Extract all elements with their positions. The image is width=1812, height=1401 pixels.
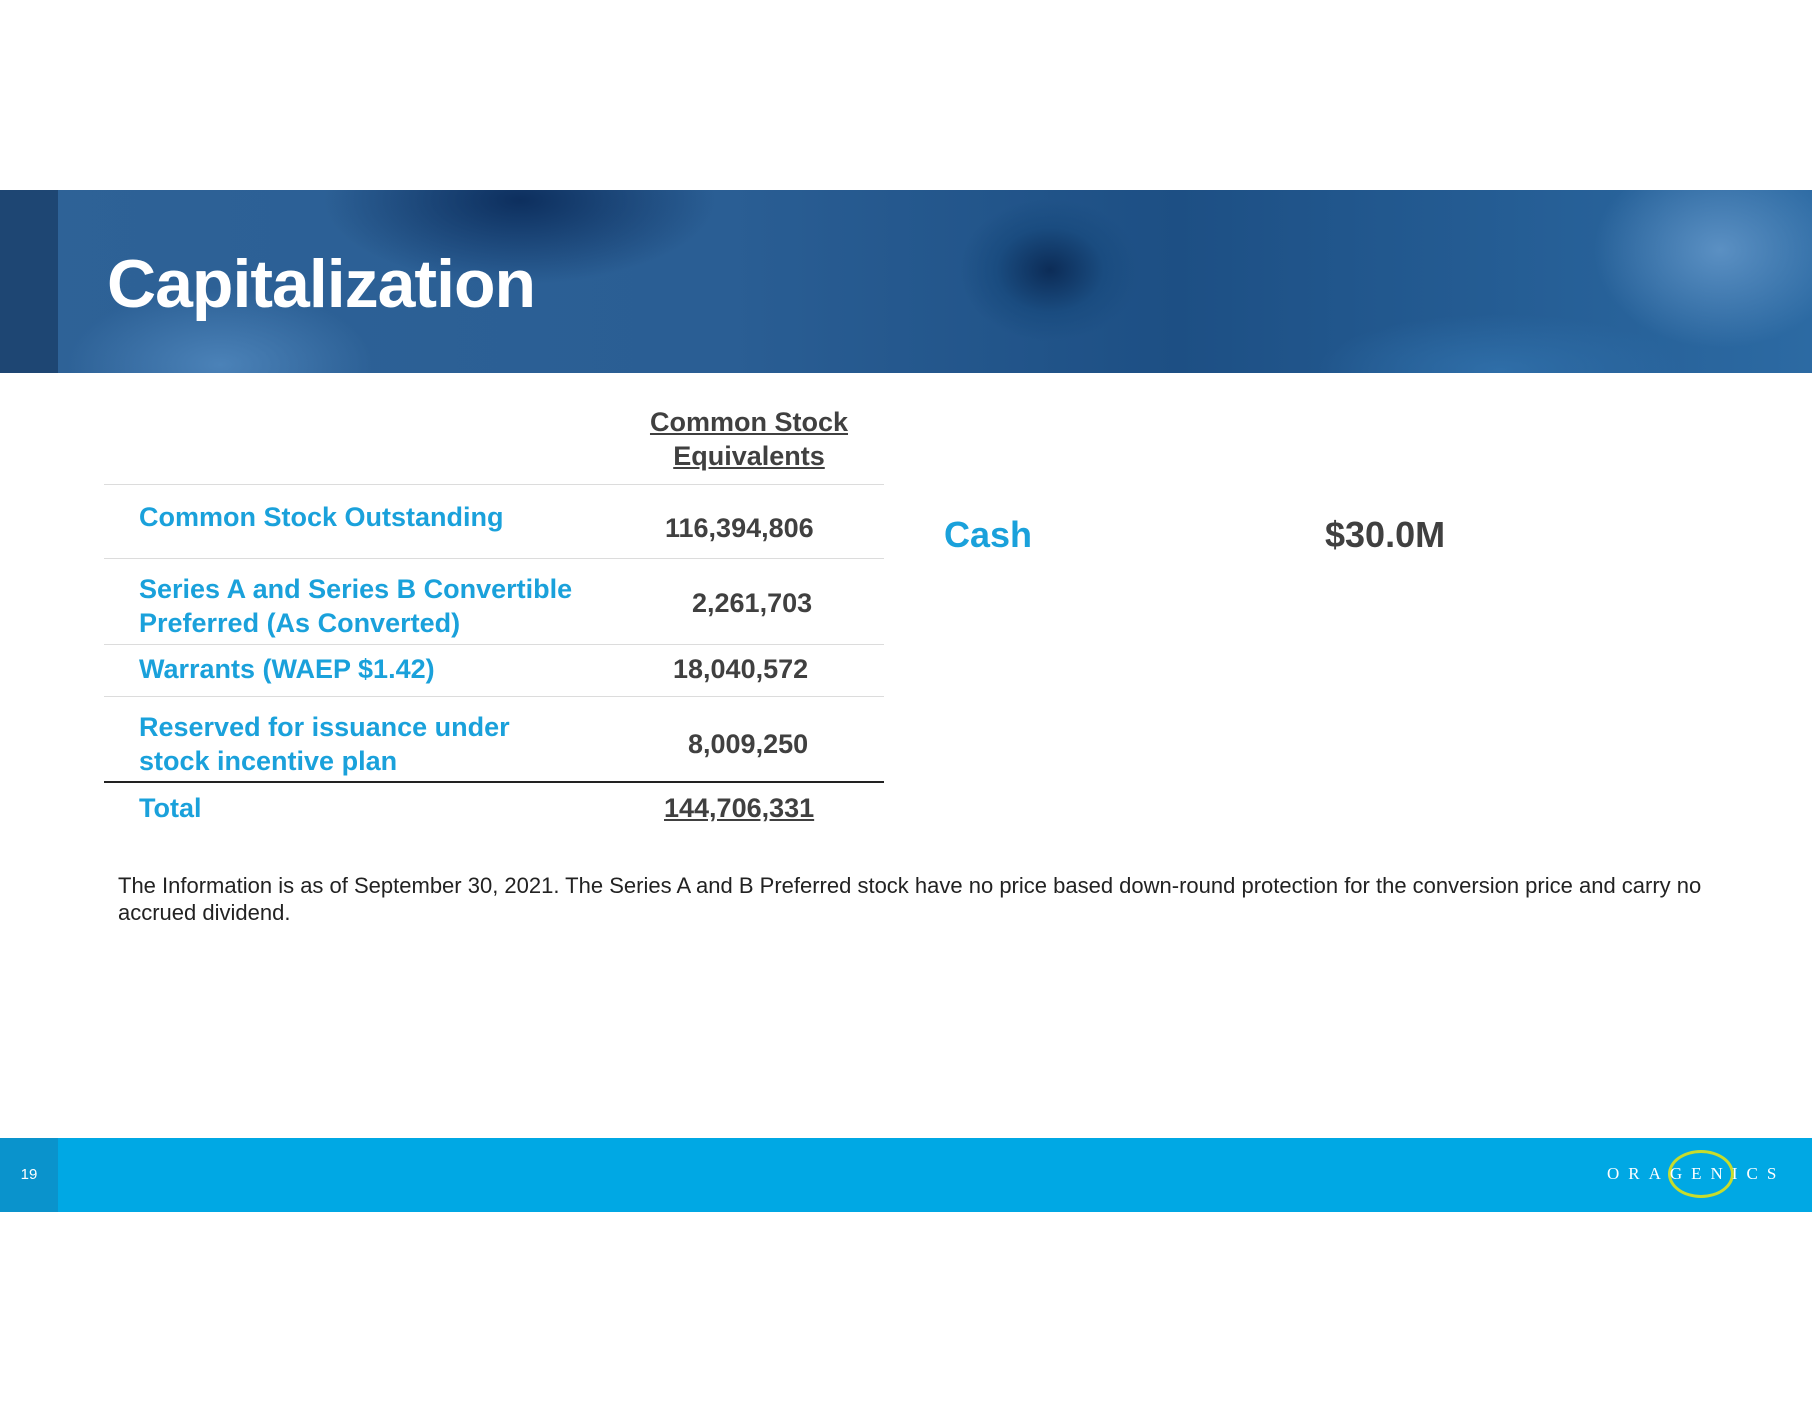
footnote: The Information is as of September 30, 2…	[118, 873, 1702, 925]
row-label: Series A and Series B Convertible Prefer…	[139, 574, 573, 638]
row-label: Common Stock Outstanding	[139, 502, 504, 532]
column-header-common-stock-equivalents: Common Stock Equivalents	[649, 407, 849, 471]
row-label: Reserved for issuance under stock incent…	[139, 712, 510, 776]
row-label: Warrants (WAEP $1.42)	[139, 654, 435, 684]
footer-side-strip: 19	[0, 1138, 58, 1212]
row-value: 8,009,250	[688, 729, 809, 759]
header-banner: Capitalization	[0, 190, 1812, 373]
total-value: 144,706,331	[664, 793, 815, 823]
row-divider	[104, 644, 884, 645]
row-value: 2,261,703	[692, 588, 813, 618]
page-number: 19	[20, 1166, 38, 1183]
row-divider	[104, 558, 884, 559]
footer-bar: 19 ORAGENICS	[0, 1138, 1812, 1212]
row-value: 18,040,572	[673, 654, 809, 684]
cash-value: $30.0M	[1325, 514, 1446, 555]
oragenics-logo: ORAGENICS	[1600, 1150, 1790, 1202]
row-value: 116,394,806	[665, 513, 814, 543]
page-title: Capitalization	[107, 246, 536, 322]
row-divider	[104, 696, 884, 697]
banner-side-strip	[0, 190, 58, 373]
logo-text: ORAGENICS	[1607, 1164, 1786, 1183]
total-label: Total	[139, 793, 202, 823]
total-divider	[104, 781, 884, 783]
row-divider	[104, 484, 884, 485]
cash-label: Cash	[944, 514, 1033, 555]
